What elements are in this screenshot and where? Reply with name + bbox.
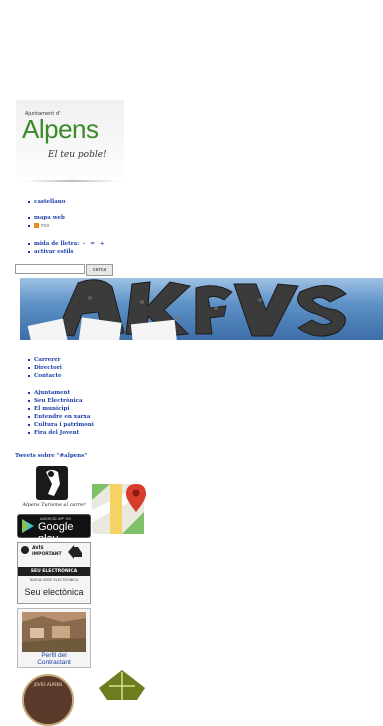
sculpture-graphic xyxy=(55,279,347,337)
rss-label: rss xyxy=(41,223,50,229)
seu-band-2: NUEVA SEDE ELECTRÓNICA xyxy=(29,578,79,582)
arrow-icon xyxy=(68,545,82,559)
quick-links: Carrerer Directori Contacte xyxy=(28,356,62,380)
search-button[interactable]: cerca xyxy=(86,264,113,276)
lang-link-castellano[interactable]: castellano xyxy=(28,198,65,206)
quick-link-carrerer[interactable]: Carrerer xyxy=(28,356,62,364)
google-play-badge[interactable]: ANDROID APP ON Google play xyxy=(17,514,91,545)
turisme-app-badge[interactable] xyxy=(36,466,68,500)
quick-link-directori[interactable]: Directori xyxy=(28,364,62,372)
logo-name: Alpens xyxy=(22,114,99,144)
search-input[interactable] xyxy=(15,264,85,274)
seu-band-1: SEU ELECTRÒNICA xyxy=(18,567,90,576)
seu-important: IMPORTANT xyxy=(32,552,62,557)
menu-item-seu-electronica[interactable]: Seu Electrònica xyxy=(28,397,94,405)
town-photo xyxy=(22,612,86,652)
font-decrease-button[interactable]: - xyxy=(83,241,85,247)
menu-item-xarxa[interactable]: Entendre en xarxa xyxy=(28,413,94,421)
google-maps-icon xyxy=(92,484,146,534)
maps-badge[interactable] xyxy=(92,480,148,536)
rss-link[interactable]: rss xyxy=(28,222,65,230)
activate-styles-link[interactable]: activar estils xyxy=(28,248,104,256)
perfil-contractant-badge[interactable]: Perfil del Contractant xyxy=(17,608,91,668)
font-increase-button[interactable]: + xyxy=(100,241,105,247)
language-list: castellano xyxy=(28,198,65,206)
main-menu: Ajuntament Seu Electrònica El municipi E… xyxy=(28,389,94,437)
font-size-label: mida de lletra: xyxy=(34,241,80,247)
sitemap-link[interactable]: mapa web xyxy=(28,214,65,222)
font-size-row: mida de lletra: - = + xyxy=(28,240,104,248)
font-reset-button[interactable]: = xyxy=(90,241,95,247)
menu-item-cultura[interactable]: Cultura i patrimoni xyxy=(28,421,94,429)
seu-electronica-badge[interactable]: AVÍS IMPORTANT SEU ELECTRÒNICA NUEVA SED… xyxy=(17,542,91,604)
header-banner xyxy=(20,278,383,340)
green-leaf-logo[interactable] xyxy=(97,670,147,700)
site-links: mapa web rss xyxy=(28,214,65,230)
logo-divider xyxy=(26,180,118,182)
seu-avis: AVÍS xyxy=(32,546,44,551)
perfil-line-2: Contractant xyxy=(37,659,71,666)
menu-item-fira[interactable]: Fira del Jovent xyxy=(28,429,94,437)
seu-label: Seu electònica xyxy=(24,587,84,597)
info-icon xyxy=(21,546,29,554)
logo-tagline: El teu poble! xyxy=(48,150,107,160)
rss-icon xyxy=(34,223,39,228)
turisme-app-caption: Alpens Turisme al carrer xyxy=(22,502,86,508)
joves-seal-text: JOVES ALPENS xyxy=(33,682,63,687)
walker-icon xyxy=(46,470,60,496)
white-tile xyxy=(130,319,178,340)
joves-seal[interactable]: JOVES ALPENS xyxy=(22,674,74,726)
site-logo[interactable]: Ajuntament d' Alpens El teu poble! xyxy=(16,100,124,186)
menu-item-ajuntament[interactable]: Ajuntament xyxy=(28,389,94,397)
accessibility-controls: mida de lletra: - = + activar estils xyxy=(28,240,104,256)
menu-item-municipi[interactable]: El municipi xyxy=(28,405,94,413)
google-play-icon xyxy=(22,519,34,533)
leaf-icon xyxy=(99,670,145,700)
perfil-line-1: Perfil del xyxy=(41,652,67,659)
quick-link-contacte[interactable]: Contacte xyxy=(28,372,62,380)
tweets-link[interactable]: Tweets sobre "#alpens" xyxy=(15,453,87,459)
